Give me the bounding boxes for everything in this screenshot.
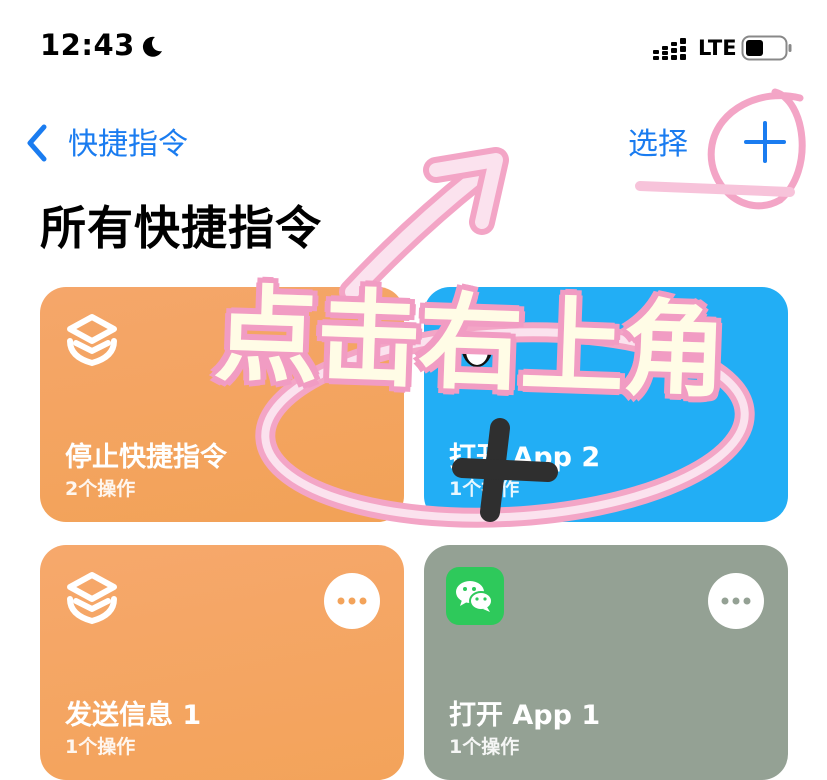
tap-top-right-sticker: 点击右上角 xyxy=(213,258,815,413)
card-title: 停止快捷指令 xyxy=(65,442,227,473)
card-title: 打开 App 2 xyxy=(449,442,601,473)
back-button[interactable]: 快捷指令 xyxy=(68,119,188,163)
network-type: LTE xyxy=(698,36,737,60)
more-options-button[interactable] xyxy=(324,573,380,629)
add-shortcut-button[interactable] xyxy=(740,117,790,167)
card-action-count: 1个操作 xyxy=(449,736,520,758)
shortcut-card-open-app-1[interactable]: 打开 App 1 1个操作 xyxy=(424,545,788,780)
sticker-text: 点击右上角 xyxy=(212,273,727,413)
card-title: 发送信息 1 xyxy=(65,700,202,731)
ellipsis-icon xyxy=(337,597,367,605)
wechat-icon xyxy=(446,567,504,625)
select-button[interactable]: 选择 xyxy=(628,119,688,163)
shortcuts-layers-icon xyxy=(67,314,117,367)
status-bar: 12:43 LTE xyxy=(0,0,827,95)
ellipsis-icon xyxy=(721,597,751,605)
card-title: 打开 App 1 xyxy=(449,700,601,731)
more-options-button[interactable] xyxy=(708,573,764,629)
card-action-count: 2个操作 xyxy=(65,478,136,500)
chevron-left-icon[interactable] xyxy=(24,123,50,163)
shortcut-card-send-message[interactable]: 发送信息 1 1个操作 xyxy=(40,545,404,780)
moon-icon xyxy=(142,36,162,57)
card-action-count: 1个操作 xyxy=(449,478,520,500)
battery-icon xyxy=(741,35,792,61)
nav-bar: 快捷指令 选择 xyxy=(0,105,827,175)
card-action-count: 1个操作 xyxy=(65,736,136,758)
shortcuts-layers-icon xyxy=(67,572,117,625)
page-title: 所有快捷指令 xyxy=(40,201,322,255)
signal-dots-icon xyxy=(653,38,686,60)
status-time: 12:43 xyxy=(40,28,135,62)
